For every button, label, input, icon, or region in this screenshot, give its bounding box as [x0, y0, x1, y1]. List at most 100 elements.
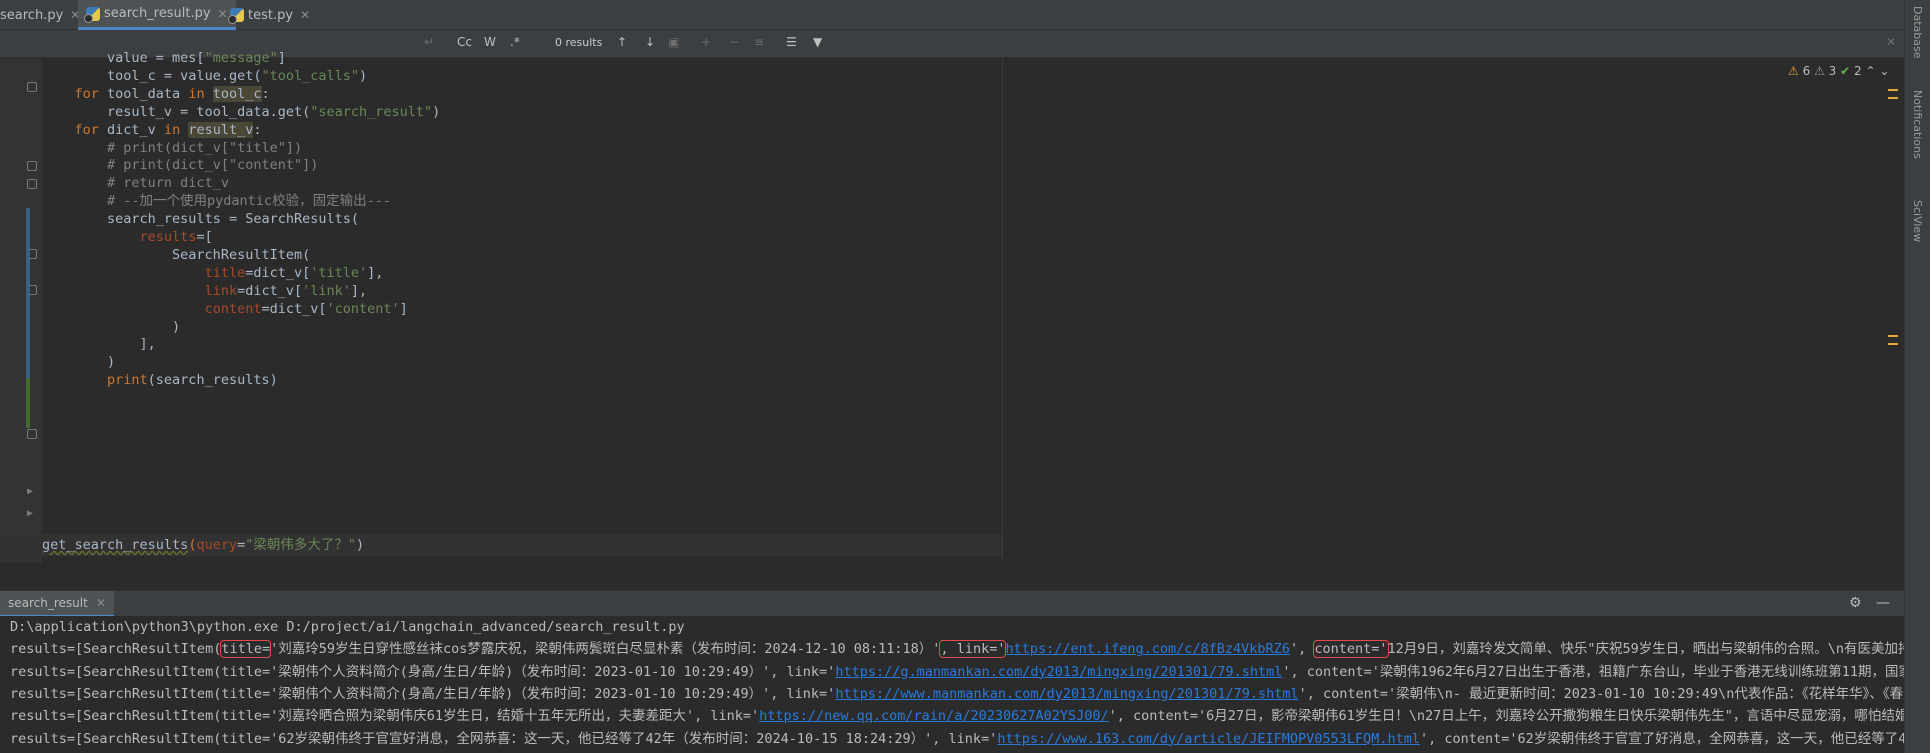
code-token: 'content'	[326, 300, 400, 317]
notifications-tool-button[interactable]: Notifications	[1911, 90, 1924, 159]
console-link[interactable]: https://www.manmankan.com/dy2013/mingxin…	[835, 686, 1298, 702]
minimize-icon[interactable]: —	[1876, 595, 1890, 611]
code-token: SearchResultItem(	[172, 246, 311, 263]
code-token: content	[204, 300, 262, 317]
code-token: # --加一个使用pydantic校验，固定输出---	[107, 193, 391, 210]
run-console-output[interactable]: D:\application\python3\python.exe D:/pro…	[0, 616, 1904, 753]
console-link[interactable]: https://www.163.com/dy/article/JEIFMOPV0…	[997, 731, 1420, 747]
code-token: for	[74, 121, 99, 138]
code-token: results=[SearchResultItem(title='梁朝伟个人资料…	[10, 685, 836, 702]
select-all-occurrences-icon[interactable]: ▣	[668, 35, 679, 49]
inspection-widget[interactable]: ⚠ 6 ⚠ 3 ✔ 2 ⌃ ⌄	[1788, 64, 1889, 78]
match-case-icon[interactable]: Cc	[457, 35, 472, 49]
console-line: results=[SearchResultItem(title='刘嘉玲晒合照为…	[10, 705, 1904, 727]
next-occurrence-icon[interactable]: ↓	[645, 35, 655, 49]
database-tool-button[interactable]: Database	[1911, 6, 1924, 59]
error-stripe-mark	[1888, 343, 1898, 345]
warning-icon: ⚠	[1788, 64, 1799, 78]
code-token: dict_v	[98, 121, 164, 138]
code-token: value = mes[	[107, 50, 205, 66]
fold-marker[interactable]	[27, 429, 37, 439]
code-token: ]	[277, 50, 286, 66]
error-stripe-mark	[1888, 89, 1898, 91]
code-token: results=[SearchResultItem(	[10, 641, 222, 658]
run-panel-header: search_result ✕ ⚙ —	[0, 590, 1904, 617]
code-token: )	[356, 537, 365, 553]
fold-arrow-icon[interactable]: ▶	[27, 508, 33, 519]
code-token: # return dict_v	[107, 175, 229, 192]
code-token: D:\application\python3\python.exe D:/pro…	[10, 619, 685, 635]
code-token: results=[SearchResultItem(title='62岁梁朝伟终…	[10, 730, 998, 747]
code-token: (search_results)	[147, 372, 278, 389]
tab-search-py[interactable]: search.py ✕	[0, 0, 86, 30]
ok-count: 2	[1854, 64, 1862, 78]
code-token: tool_c	[212, 85, 262, 102]
code-token: query	[196, 537, 238, 553]
error-stripe-mark	[1888, 335, 1898, 337]
close-icon[interactable]: ✕	[96, 596, 106, 610]
words-icon[interactable]: W	[484, 35, 496, 49]
fold-arrow-icon[interactable]: ▶	[27, 486, 33, 497]
fold-marker[interactable]	[27, 179, 37, 189]
error-stripe-mark	[1888, 97, 1898, 99]
tab-search-result-py[interactable]: search_result.py ✕	[78, 0, 236, 30]
add-selection-icon[interactable]: +	[701, 35, 711, 49]
code-token: result_v = tool_data.get(	[107, 103, 311, 120]
close-find-icon[interactable]: ✕	[1886, 35, 1896, 49]
code-token: )	[172, 318, 181, 335]
code-token: )	[359, 67, 368, 84]
filter-options-icon[interactable]: ☰	[786, 35, 797, 49]
select-all-icon[interactable]: ≡	[754, 35, 764, 49]
console-link[interactable]: https://new.qq.com/rain/a/20230627A02YSJ…	[759, 708, 1109, 724]
code-token: ', content='梁朝伟\n- 最近更新时间：2023-01-10 10:…	[1298, 685, 1904, 702]
fold-marker[interactable]	[27, 82, 37, 92]
filter-icon[interactable]: ▼	[813, 35, 822, 49]
code-editor[interactable]: ▶ ▶ value = mes["message"] tool_c = valu…	[0, 50, 1930, 563]
settings-gear-icon[interactable]: ⚙	[1849, 595, 1862, 611]
code-token: title	[204, 264, 246, 281]
code-token: get_search_results	[42, 537, 189, 553]
tab-label: search.py	[0, 7, 64, 23]
previous-highlight-icon[interactable]: ⌃	[1865, 64, 1875, 78]
code-token: "message"	[204, 50, 278, 66]
code-token: "tool_calls"	[261, 67, 360, 84]
find-results-count: 0 results	[555, 36, 603, 49]
code-token: results	[139, 229, 197, 245]
console-link[interactable]: https://ent.ifeng.com/c/8fBz4VkbRZ6	[1005, 641, 1289, 657]
console-link[interactable]: https://g.manmankan.com/dy2013/mingxing/…	[835, 664, 1282, 680]
next-highlight-icon[interactable]: ⌄	[1879, 64, 1889, 78]
new-line-icon[interactable]: ↵	[424, 35, 434, 49]
console-line: results=[SearchResultItem(title='梁朝伟个人资料…	[10, 661, 1904, 683]
editor-tab-bar: search.py ✕ search_result.py ✕ test.py ✕…	[0, 0, 1930, 30]
code-token: in	[188, 85, 205, 102]
close-icon[interactable]: ✕	[300, 8, 310, 22]
fold-marker[interactable]	[27, 161, 37, 171]
sciview-tool-button[interactable]: SciView	[1911, 200, 1924, 242]
run-tab-search-result[interactable]: search_result ✕	[0, 591, 114, 617]
remove-selection-icon[interactable]: −	[729, 35, 739, 49]
code-token: ', content='6月27日，影帝梁朝伟61岁生日！\n27日上午，刘嘉玲…	[1108, 708, 1904, 725]
console-line: results=[SearchResultItem(title='62岁梁朝伟终…	[10, 728, 1904, 750]
right-tool-strip: Database Notifications SciView	[1904, 0, 1930, 753]
tab-test-py[interactable]: test.py ✕	[222, 0, 318, 30]
previous-occurrence-icon[interactable]: ↑	[617, 35, 627, 49]
find-toolbar: ↵ Cc W .* 0 results ↑ ↓ ▣ + − ≡ ☰ ▼ ✕	[0, 30, 1930, 58]
code-token: tool_data	[98, 85, 189, 102]
code-token: # print(dict_v["title"])	[107, 139, 303, 156]
code-token: ]	[399, 300, 408, 317]
code-token: ],	[350, 282, 368, 299]
regex-icon[interactable]: .*	[510, 35, 520, 49]
